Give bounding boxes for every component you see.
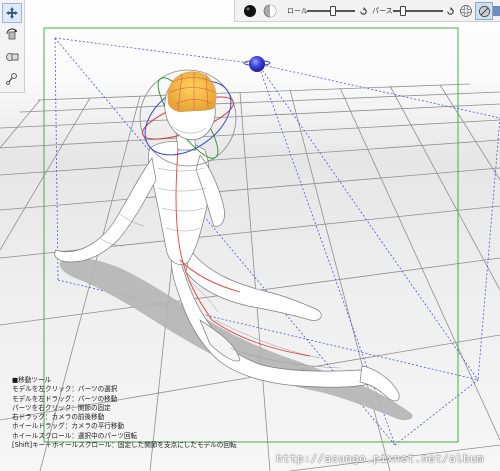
- reset-icon: [359, 6, 367, 15]
- black-sphere-icon: [244, 5, 256, 17]
- shaded-sphere-button[interactable]: [261, 2, 279, 20]
- move-arrows-icon: [6, 7, 18, 19]
- joint-pose-icon: [6, 73, 17, 85]
- watermark-url: http://asungo.pixnet.net/album: [276, 452, 484, 465]
- help-line: ■移動ツール: [12, 376, 52, 384]
- camera-tool-button[interactable]: [2, 47, 22, 67]
- shaded-sphere-icon: [263, 4, 277, 18]
- sphere-settings-button[interactable]: [475, 2, 493, 20]
- help-line: ホイールスクロール：選択中のパーツ回転: [12, 431, 138, 440]
- perspective-slider-knob[interactable]: [400, 6, 406, 16]
- help-line: ホイールドラッグ：カメラの平行移動: [12, 422, 125, 431]
- help-line: モデルを左クリック：パーツの選択: [12, 385, 118, 394]
- left-toolbar: [0, 0, 25, 93]
- grid-icon: [493, 6, 500, 16]
- perspective-label: パース: [372, 7, 393, 15]
- help-text-panel: ■移動ツール モデルを左クリック：パーツの選択 モデルを左ドラッグ：パーツの移動…: [12, 376, 237, 450]
- perspective-reset-button[interactable]: [444, 2, 456, 20]
- rotate-box-icon: [6, 28, 17, 40]
- camera-rotate-icon: [6, 53, 19, 61]
- roll-reset-button[interactable]: [357, 2, 369, 20]
- grid-button[interactable]: [493, 2, 500, 20]
- rotate-tool-button[interactable]: [2, 25, 22, 45]
- roll-label: ロール: [287, 7, 308, 15]
- wireframe-button[interactable]: [457, 2, 475, 20]
- head-part[interactable]: [160, 71, 220, 144]
- wireframe-icon: [460, 5, 472, 17]
- sphere-settings-icon: [478, 5, 490, 17]
- roll-slider-knob[interactable]: [330, 6, 337, 16]
- black-sphere-button[interactable]: [241, 2, 259, 20]
- light-sphere-icon[interactable]: [243, 56, 271, 72]
- move-tool-button[interactable]: [2, 3, 22, 23]
- pose-tool-button[interactable]: [2, 69, 22, 89]
- reset-icon: [446, 6, 454, 15]
- help-line: モデルを左ドラッグ：パーツの移動: [12, 394, 118, 403]
- help-line: パーツを右クリック：関節の固定: [12, 403, 111, 412]
- top-toolbar: ロール パース: [234, 0, 500, 22]
- help-line: [Shift]キー＋ホイールスクロール：固定した関節を支点にしたモデルの回転: [12, 441, 237, 450]
